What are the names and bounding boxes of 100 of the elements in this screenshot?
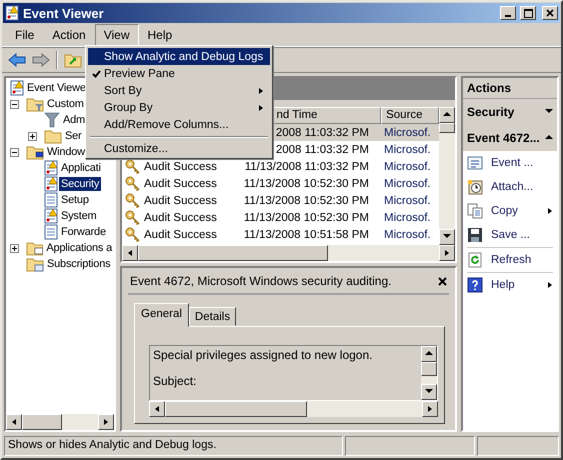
tree-item[interactable]: Event Viewe	[25, 81, 88, 95]
log-warning-icon	[44, 160, 58, 176]
action-link[interactable]: Copy	[491, 205, 539, 217]
right-arrow-icon	[444, 249, 450, 257]
tree-item[interactable]: Custom	[45, 97, 86, 111]
down-arrow-icon	[443, 233, 451, 241]
forward-arrow-icon[interactable]	[32, 53, 50, 67]
tree-item[interactable]: Applications a	[44, 241, 114, 255]
plus-icon	[29, 132, 36, 140]
menu-bar-item[interactable]: Action	[43, 24, 95, 46]
log-icon	[44, 192, 58, 208]
tree-item[interactable]: Window	[45, 145, 87, 159]
menu-bar-item[interactable]: Help	[138, 24, 182, 46]
filter-icon	[44, 112, 60, 128]
table-cell: Audit Success	[144, 212, 217, 224]
event-row[interactable]: Audit Success 11/13/2008 11:03:32 PM Microsof.	[122, 158, 439, 175]
table-cell: Audit Success	[144, 160, 217, 172]
close-icon[interactable]	[438, 276, 447, 286]
scroll-thumb[interactable]	[421, 362, 437, 376]
action-link[interactable]: Event ...	[491, 157, 553, 169]
collapse-toggle[interactable]	[10, 148, 19, 156]
event-row[interactable]: Audit Success 11/13/2008 10:51:58 PM Microsof.	[122, 226, 439, 243]
table-cell: Microsof.	[384, 212, 431, 224]
menu-item[interactable]: Sort By	[88, 82, 270, 99]
section-header[interactable]: Security	[463, 99, 557, 125]
tree-item[interactable]: Adm	[61, 113, 88, 127]
table-cell: Microsof.	[384, 144, 431, 156]
event-row[interactable]: Audit Success 11/13/2008 10:52:30 PM Microsof.	[122, 175, 439, 192]
collapse-toggle[interactable]	[10, 100, 19, 108]
table-cell: Microsof.	[384, 126, 431, 138]
maximize-button[interactable]	[520, 6, 536, 20]
scroll-thumb[interactable]	[22, 414, 62, 430]
folder-computer-icon	[26, 144, 44, 160]
table-cell: 11/13/2008 10:52:30 PM	[244, 194, 369, 206]
scroll-thumb[interactable]	[138, 245, 328, 261]
tree-item[interactable]: System	[59, 209, 98, 223]
close-icon	[546, 9, 554, 17]
window-icon	[467, 155, 483, 171]
tab[interactable]: Details	[188, 307, 236, 326]
table-cell: Audit Success	[144, 228, 217, 240]
description-text: Special privileges assigned to new logon.	[153, 348, 374, 362]
minimize-button[interactable]	[500, 6, 516, 20]
table-cell: Microsof.	[384, 160, 431, 172]
horizontal-scrollbar[interactable]	[122, 245, 455, 261]
action-link[interactable]: Refresh	[491, 254, 553, 266]
tree-item[interactable]: Forwarde	[59, 225, 108, 239]
scroll-thumb[interactable]	[165, 401, 307, 417]
maximize-icon	[524, 8, 532, 18]
table-cell: 11/13/2008 10:52:30 PM	[244, 178, 369, 190]
help-icon	[467, 277, 483, 293]
plus-icon	[11, 244, 18, 252]
back-arrow-icon[interactable]	[8, 53, 26, 67]
vertical-scrollbar[interactable]	[421, 346, 437, 400]
tree-item[interactable]: Ser	[63, 129, 84, 143]
menu-bar-item[interactable]: File	[6, 24, 44, 46]
action-link[interactable]: Attach...	[491, 181, 553, 193]
collapse-icon[interactable]	[545, 134, 553, 142]
section-title: Security	[467, 105, 514, 119]
menu-item[interactable]: Show Analytic and Debug Logs	[88, 48, 270, 65]
left-arrow-icon	[127, 249, 133, 257]
expand-icon[interactable]	[545, 108, 553, 116]
table-cell: 2008 11:03:32 PM	[276, 126, 369, 138]
folder-icon	[44, 128, 62, 144]
table-cell: Audit Success	[144, 194, 217, 206]
left-arrow-icon	[11, 418, 17, 426]
close-button[interactable]	[542, 6, 558, 20]
menu-item[interactable]: Preview Pane	[88, 65, 270, 82]
horizontal-scrollbar[interactable]	[149, 401, 438, 417]
column-header[interactable]: Source	[381, 107, 439, 124]
clock-icon	[467, 179, 483, 195]
event-description-box[interactable]: Special privileges assigned to new logon. Subject:	[149, 345, 438, 401]
right-arrow-icon	[427, 405, 433, 413]
tree-item[interactable]: Applicati	[59, 161, 103, 175]
right-arrow-icon	[103, 418, 109, 426]
scroll-thumb[interactable]	[439, 123, 455, 133]
folder-filter-icon	[26, 96, 44, 112]
vertical-scrollbar[interactable]	[439, 107, 455, 245]
down-arrow-icon	[425, 388, 433, 396]
table-cell: 11/13/2008 11:03:32 PM	[244, 160, 369, 172]
action-link[interactable]: Save ...	[491, 229, 553, 241]
key-icon	[125, 193, 141, 208]
action-link[interactable]: Help	[491, 279, 539, 291]
expand-toggle[interactable]	[10, 244, 19, 252]
key-icon	[125, 176, 141, 191]
table-cell: 11/13/2008 10:51:58 PM	[244, 228, 369, 240]
expand-toggle[interactable]	[28, 132, 37, 140]
table-cell: 11/13/2008 10:52:30 PM	[244, 212, 369, 224]
event-row[interactable]: Audit Success 11/13/2008 10:52:30 PM Microsof.	[122, 192, 439, 209]
left-arrow-icon	[154, 405, 160, 413]
horizontal-scrollbar[interactable]	[6, 414, 114, 430]
tree-item[interactable]: Setup	[59, 193, 91, 207]
up-arrow-icon	[425, 350, 433, 358]
tree-item[interactable]: Security	[59, 177, 102, 191]
key-icon	[125, 227, 141, 242]
menu-item[interactable]: Customize...	[88, 140, 270, 157]
table-cell: Microsof.	[384, 178, 431, 190]
event-row[interactable]: Audit Success 11/13/2008 10:52:30 PM Microsof.	[122, 209, 439, 226]
section-header[interactable]: Event 4672...	[463, 125, 557, 151]
tab[interactable]: General	[134, 303, 189, 327]
tree-item[interactable]: Subscriptions	[45, 257, 112, 271]
